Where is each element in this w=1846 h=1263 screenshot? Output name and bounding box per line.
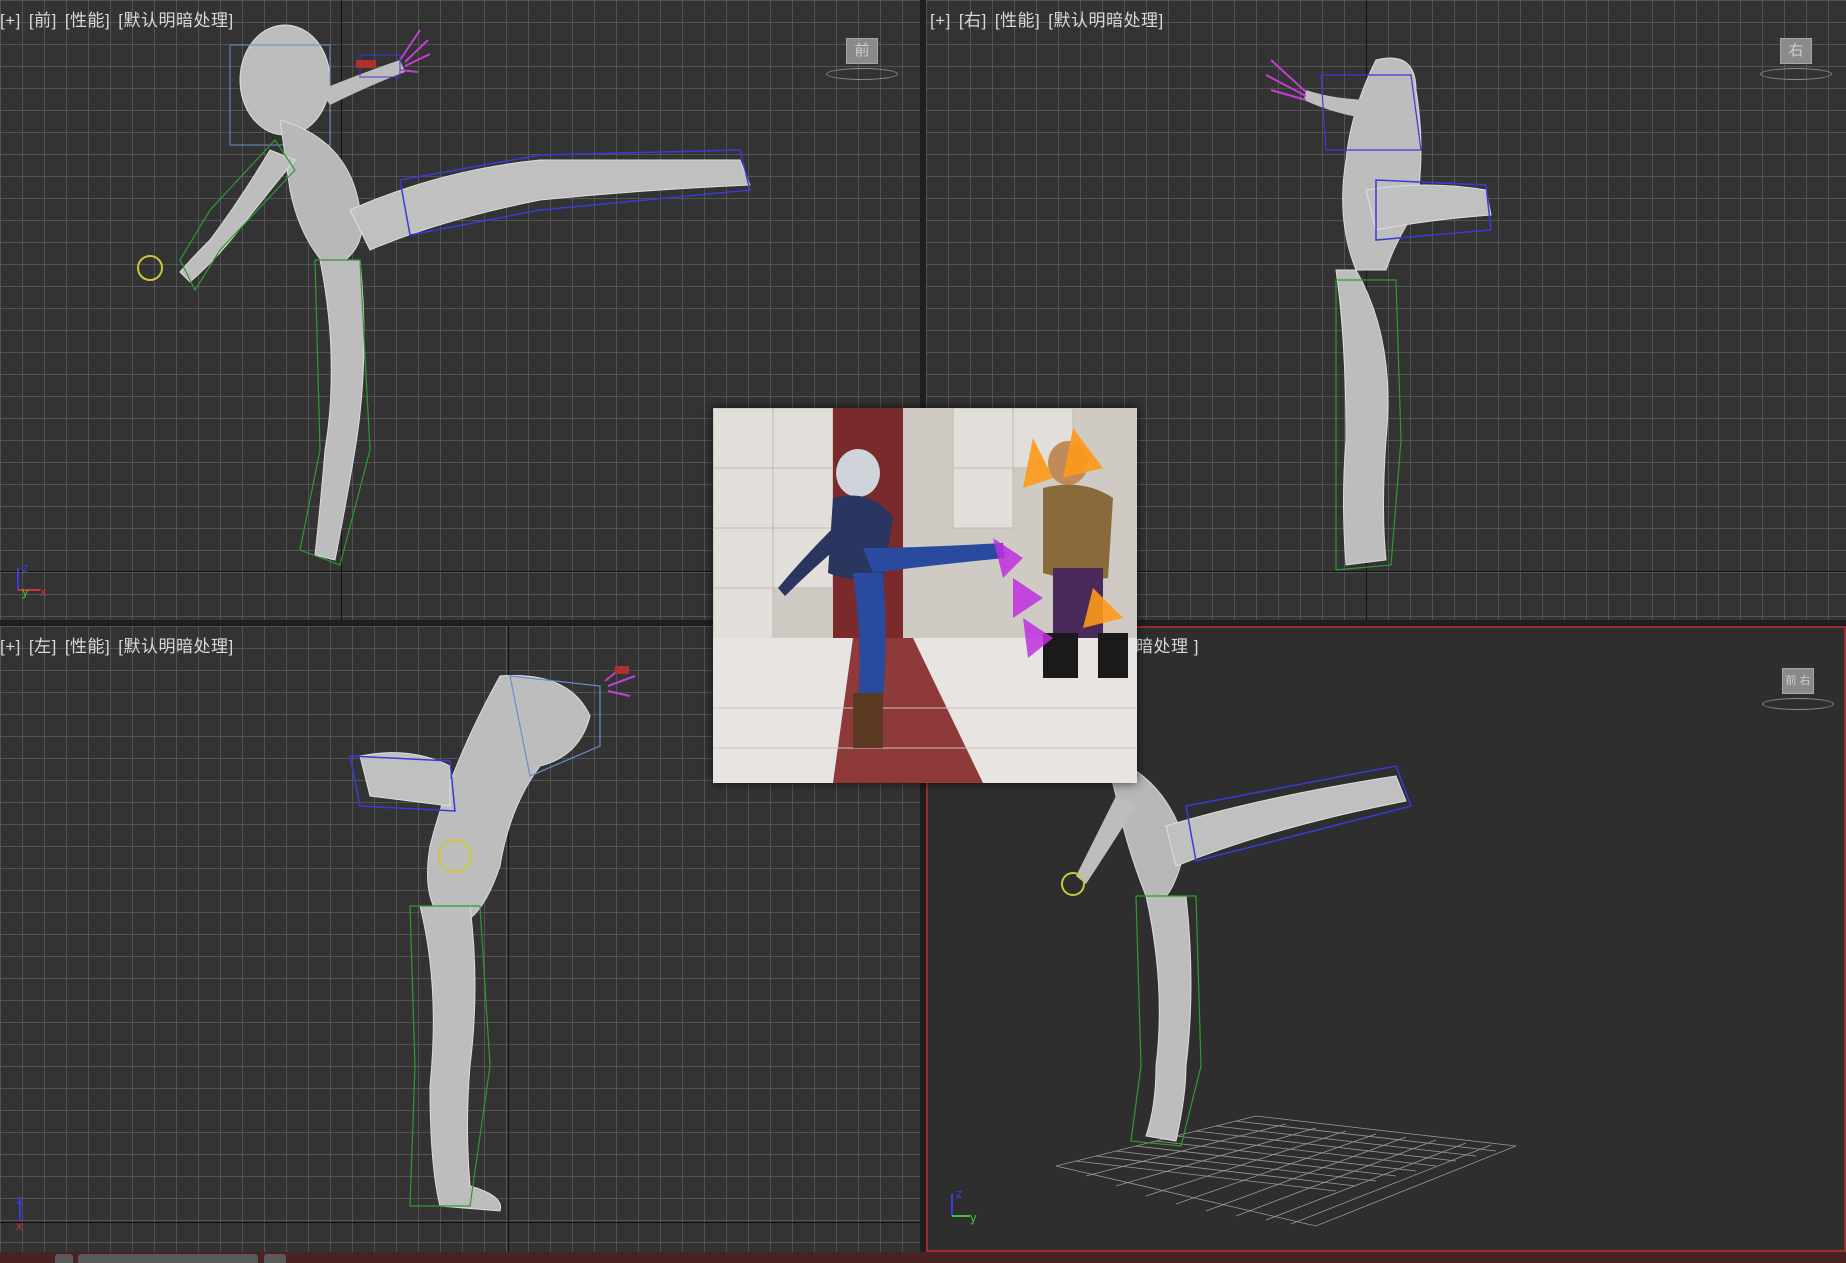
viewcube-face[interactable]: 右 bbox=[1780, 38, 1812, 64]
status-tab[interactable] bbox=[78, 1254, 258, 1263]
vp-performance[interactable]: [性能] bbox=[65, 11, 110, 30]
axis-tripod-icon: z x bbox=[16, 1192, 23, 1232]
viewcube-face[interactable]: 前 右 bbox=[1782, 668, 1814, 694]
vp-shading[interactable]: 暗处理 ] bbox=[1136, 637, 1199, 656]
axis-x-label: x bbox=[16, 1218, 23, 1232]
vp-view-name[interactable]: [前] bbox=[29, 11, 57, 30]
viewcube-ring[interactable] bbox=[826, 68, 898, 80]
viewport-perspective-label[interactable]: 暗处理 ] bbox=[1136, 632, 1207, 657]
vp-view-name[interactable]: [左] bbox=[29, 637, 57, 656]
character-model-front[interactable] bbox=[120, 10, 780, 580]
vp-view-name[interactable]: [右] bbox=[959, 11, 987, 30]
axis-x-label: x bbox=[40, 584, 47, 599]
viewport-right-label[interactable]: [+] [右] [性能] [默认明暗处理] bbox=[930, 6, 1172, 31]
axis-tripod-icon: z y bbox=[951, 1186, 977, 1225]
viewcube-ring[interactable] bbox=[1762, 698, 1834, 710]
viewcube[interactable]: 前 右 bbox=[1762, 664, 1834, 712]
status-bar bbox=[0, 1252, 1846, 1263]
axis-z-label: z bbox=[16, 1192, 23, 1207]
axis-y-label: y bbox=[970, 1210, 977, 1225]
vp-menu-plus[interactable]: [+] bbox=[930, 11, 951, 30]
vp-menu-plus[interactable]: [+] bbox=[0, 11, 21, 30]
vp-performance[interactable]: [性能] bbox=[65, 637, 110, 656]
viewcube[interactable]: 前 bbox=[826, 34, 898, 82]
viewcube[interactable]: 右 bbox=[1760, 34, 1832, 82]
viewport-left-label[interactable]: [+] [左] [性能] [默认明暗处理] bbox=[0, 632, 242, 657]
viewcube-face[interactable]: 前 bbox=[846, 38, 878, 64]
vp-shading[interactable]: [默认明暗处理] bbox=[118, 637, 233, 656]
vp-performance[interactable]: [性能] bbox=[995, 11, 1040, 30]
vp-menu-plus[interactable]: [+] bbox=[0, 637, 21, 656]
status-tab[interactable] bbox=[55, 1254, 73, 1263]
character-model-left[interactable] bbox=[330, 666, 670, 1236]
reference-image bbox=[713, 408, 1137, 783]
axis-y-label: y bbox=[22, 584, 29, 599]
axis-z-label: z bbox=[956, 1186, 963, 1201]
reference-scene bbox=[713, 408, 1137, 783]
character-model-right[interactable] bbox=[1226, 40, 1526, 580]
viewcube-ring[interactable] bbox=[1760, 68, 1832, 80]
vp-shading[interactable]: [默认明暗处理] bbox=[1048, 11, 1163, 30]
axis-z-label: z bbox=[22, 560, 29, 575]
status-tab[interactable] bbox=[264, 1254, 286, 1263]
axis-tripod-icon: y x z bbox=[17, 560, 47, 599]
